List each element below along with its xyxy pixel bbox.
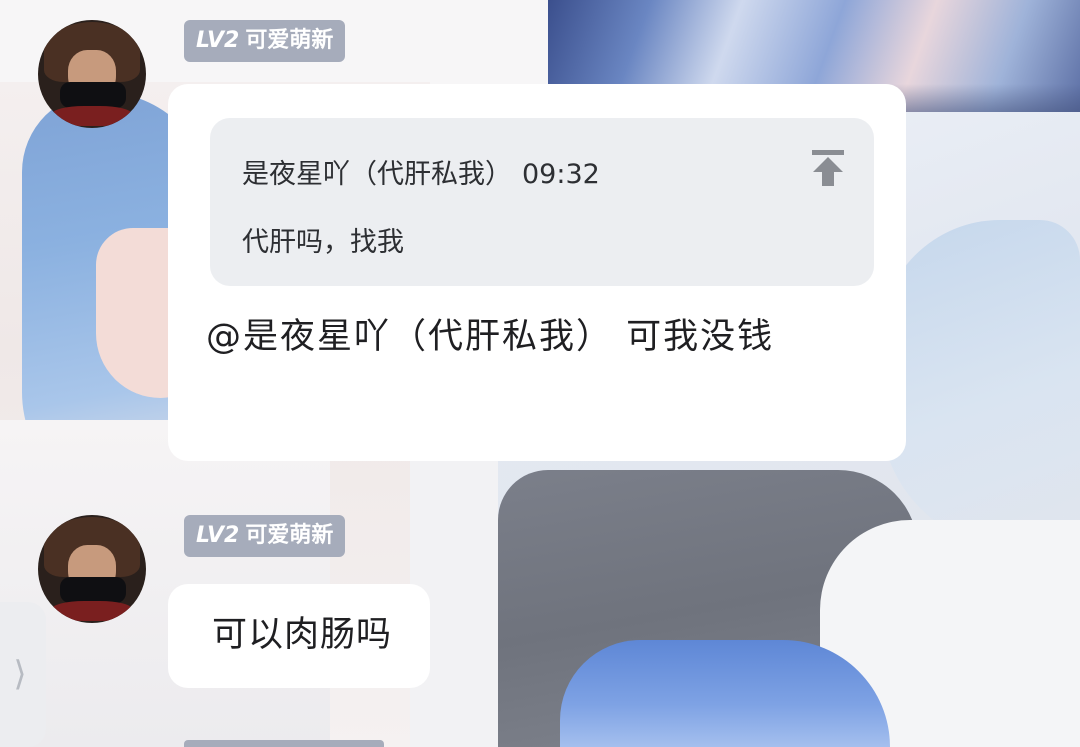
message-text: 可以肉肠吗: [212, 615, 393, 655]
quote-text: 代肝吗，找我: [242, 227, 404, 258]
quote-sender: 是夜星吖（代肝私我）: [242, 159, 512, 190]
message-bubble[interactable]: 是夜星吖（代肝私我） 09:32 代肝吗，找我 @是夜星吖（代肝私我） 可我没钱: [168, 84, 906, 461]
member-title: 可爱萌新: [245, 523, 334, 548]
message-text: @是夜星吖（代肝私我） 可我没钱: [206, 317, 775, 357]
background-blue-hair-bottom: [560, 640, 890, 747]
side-drawer-handle[interactable]: ⟩: [0, 602, 46, 747]
sender-level-badge[interactable]: LV2 可爱萌新: [184, 20, 346, 62]
sender-level-badge[interactable]: LV2 可爱萌新: [184, 515, 346, 557]
level-label: LV2: [196, 523, 240, 548]
quoted-reply[interactable]: 是夜星吖（代肝私我） 09:32 代肝吗，找我: [210, 118, 874, 286]
member-title: 可爱萌新: [245, 28, 334, 53]
sender-avatar[interactable]: [38, 20, 146, 128]
sender-avatar[interactable]: [38, 515, 146, 623]
chevron-right-icon: ⟩: [13, 654, 27, 694]
next-message-badge-peek: [184, 740, 384, 747]
quote-header: 是夜星吖（代肝私我） 09:32: [242, 152, 600, 191]
quote-time: 09:32: [522, 159, 600, 190]
level-label: LV2: [196, 28, 240, 53]
message-bubble[interactable]: 可以肉肠吗: [168, 584, 430, 688]
pin-to-top-icon[interactable]: [810, 148, 846, 188]
